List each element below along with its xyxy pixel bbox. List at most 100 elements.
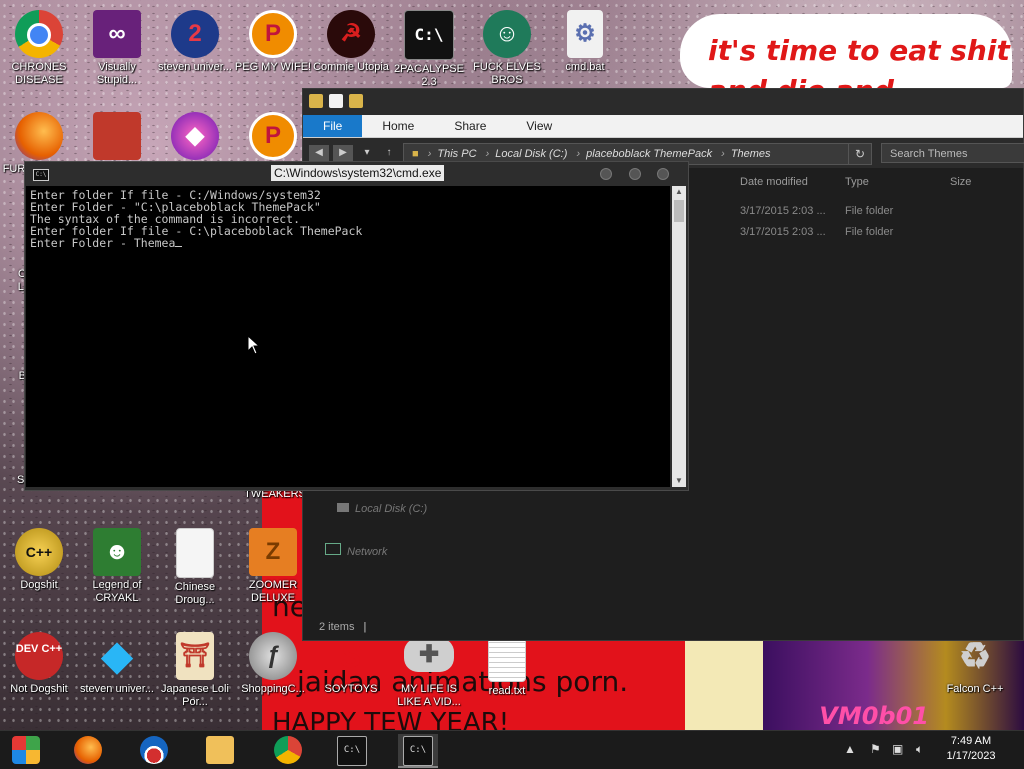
desktop-icon-legend-cryakl[interactable]: ☻ Legend of CRYAKL	[78, 528, 156, 605]
blank-file-icon	[176, 528, 214, 578]
minimize-button[interactable]	[600, 168, 612, 180]
taskbar-cmd-1[interactable]: C:\	[332, 734, 372, 766]
back-button[interactable]: ◀	[309, 145, 329, 161]
tab-share[interactable]: Share	[434, 115, 506, 137]
console-input-line[interactable]: Enter Folder - Themea	[30, 237, 666, 249]
scroll-thumb[interactable]	[674, 200, 684, 222]
tab-file[interactable]: File	[303, 115, 363, 137]
tab-home[interactable]: Home	[362, 115, 434, 137]
cmd-scrollbar[interactable]: ▲ ▼	[672, 186, 686, 487]
ribbon-tabs: File Home Share View	[303, 115, 1023, 138]
search-input[interactable]: Search Themes	[881, 143, 1024, 163]
desktop-icon-chrome[interactable]: CHRONES DISEASE	[0, 10, 78, 87]
peg-icon: P	[249, 112, 297, 160]
system-tray: ▲ ⚑ ▣ 🔈︎ 7:49 AM 1/17/2023	[834, 731, 1024, 769]
desktop-icon-steven-universe-gem[interactable]: ◆ steven univer...	[78, 632, 156, 696]
desktop-icon-dev-cpp[interactable]: DEV C++ Not Dogshit	[0, 632, 78, 696]
taskbar-file-explorer[interactable]	[200, 734, 240, 766]
desktop-icon-recycle-bin[interactable]: ♻ Falcon C++	[936, 632, 1014, 696]
clock[interactable]: 7:49 AM 1/17/2023	[936, 734, 1006, 764]
desktop-icon-peg[interactable]: P PEG MY WIFE!	[234, 10, 312, 74]
volume-icon[interactable]: 🔈︎	[916, 742, 923, 757]
nav-network-label: Network	[347, 546, 388, 558]
new-folder-icon[interactable]	[349, 94, 363, 108]
maximize-button[interactable]	[629, 168, 641, 180]
icon-label: 2PACALYPSE 2.3	[394, 63, 464, 88]
scroll-up-icon[interactable]: ▲	[674, 187, 684, 197]
desktop-icon-chinese-drougs[interactable]: Chinese Droug...	[156, 528, 234, 607]
folder-icon[interactable]	[309, 94, 323, 108]
desktop-icon-steven-universe-2[interactable]: 2 steven univer...	[156, 10, 234, 74]
explorer-titlebar[interactable]	[303, 89, 1023, 115]
forward-button[interactable]: ▶	[333, 145, 353, 161]
breadcrumb-themepack[interactable]: placeboblack ThemePack	[586, 148, 712, 160]
network-icon[interactable]: ▣	[892, 742, 903, 756]
taskbar-cmd-2[interactable]: C:\	[398, 734, 438, 768]
icon-label: Commie Utopia	[313, 61, 389, 73]
folder-icon	[206, 736, 234, 764]
taskbar-firefox[interactable]	[68, 734, 108, 766]
recent-dropdown-button[interactable]: ▾	[357, 145, 377, 161]
desktop-icon-shopping[interactable]: ƒ ShoppingC...	[234, 632, 312, 696]
desktop-icon-my-life[interactable]: ✚ MY LIFE IS LIKE A VID...	[390, 632, 468, 709]
desktop-icon-gem[interactable]: ◆	[156, 112, 234, 163]
chrome-icon	[274, 736, 302, 764]
refresh-button[interactable]: ↻	[848, 143, 872, 165]
icon-label: read.txt	[488, 685, 526, 697]
icon-label: Dogshit	[20, 579, 58, 591]
row-date: 3/17/2015 2:03 ...	[740, 205, 826, 217]
nav-network[interactable]: Network	[325, 543, 387, 558]
desktop-icon-dogshit[interactable]: C++ Dogshit	[0, 528, 78, 592]
quick-access-toolbar	[309, 94, 363, 108]
poster-line-3: HAPPY TEW YEAR!	[272, 708, 510, 730]
tab-view[interactable]: View	[506, 115, 572, 137]
up-button[interactable]: ↑	[379, 145, 399, 161]
nav-local-disk[interactable]: Local Disk (C:)	[337, 503, 427, 515]
desktop-icon-angry-birds[interactable]	[78, 112, 156, 163]
console-output[interactable]: Enter folder If file - C:/Windows/system…	[26, 186, 670, 487]
icon-label: ZOOMER DELUXE	[248, 579, 298, 604]
cmd-titlebar[interactable]: C:\ C:\Windows\system32\cmd.exe	[25, 162, 688, 186]
taskbar-chrome[interactable]	[268, 734, 308, 766]
desktop-icon-cmd-bat[interactable]: ⚙ cmd.bat	[546, 10, 624, 74]
taskbar-obama[interactable]	[134, 734, 174, 766]
column-size[interactable]: Size	[950, 176, 971, 188]
cmd-window[interactable]: C:\ C:\Windows\system32\cmd.exe Enter fo…	[24, 161, 689, 491]
desktop-icon-peg-2[interactable]: P	[234, 112, 312, 163]
status-bar-item-count: 2 items |	[319, 621, 367, 633]
icon-label: Legend of CRYAKL	[92, 579, 142, 604]
item-count: 2 items	[319, 621, 355, 633]
desktop-icon-commie-utopia[interactable]: ☭ Commie Utopia	[312, 10, 390, 74]
desktop-icon-japanese[interactable]: ⛩ Japanese Loli Por...	[156, 632, 234, 709]
clock-date: 1/17/2023	[946, 750, 996, 762]
scroll-down-icon[interactable]: ▼	[674, 476, 684, 486]
desktop-icon-visual-studio[interactable]: ∞ Visually Stupid...	[78, 10, 156, 87]
action-center-flag-icon[interactable]: ⚑	[870, 742, 881, 756]
yellow-panel	[685, 640, 765, 730]
breadcrumb-this-pc[interactable]: This PC	[437, 148, 476, 160]
desktop-icon-soytoys[interactable]: S SOYTOYS	[312, 632, 390, 696]
icon-label: Chinese Droug...	[174, 581, 216, 606]
firefox-icon	[74, 736, 102, 764]
steven-universe-2-icon: 2	[171, 10, 219, 58]
icon-label: steven univer...	[158, 61, 232, 73]
desktop-icon-zoomer-deluxe[interactable]: Z ZOOMER DELUXE	[234, 528, 312, 605]
properties-icon[interactable]	[329, 94, 343, 108]
visual-studio-icon: ∞	[93, 10, 141, 58]
start-button[interactable]	[6, 734, 46, 766]
icon-label: FUCK ELVES BROS	[473, 61, 541, 86]
breadcrumb-local-disk[interactable]: Local Disk (C:)	[495, 148, 567, 160]
column-type[interactable]: Type	[845, 176, 869, 188]
icon-label: ShoppingC...	[241, 683, 305, 695]
desktop-icon-2pacalypse[interactable]: C:\ 2PACALYPSE 2.3	[390, 10, 468, 89]
close-button[interactable]	[657, 168, 669, 180]
desktop-icon-read-txt[interactable]: read.txt	[468, 632, 546, 698]
cmd-icon: C:\	[33, 169, 49, 181]
flash-player-icon: ƒ	[249, 632, 297, 680]
icon-label: cmd.bat	[565, 61, 605, 73]
column-date-modified[interactable]: Date modified	[740, 176, 808, 188]
show-hidden-icons-icon[interactable]: ▲	[844, 742, 856, 756]
desktop-icon-elves-bros[interactable]: ☺ FUCK ELVES BROS	[468, 10, 546, 87]
breadcrumb-themes[interactable]: Themes	[731, 148, 771, 160]
text-cursor	[175, 246, 183, 247]
